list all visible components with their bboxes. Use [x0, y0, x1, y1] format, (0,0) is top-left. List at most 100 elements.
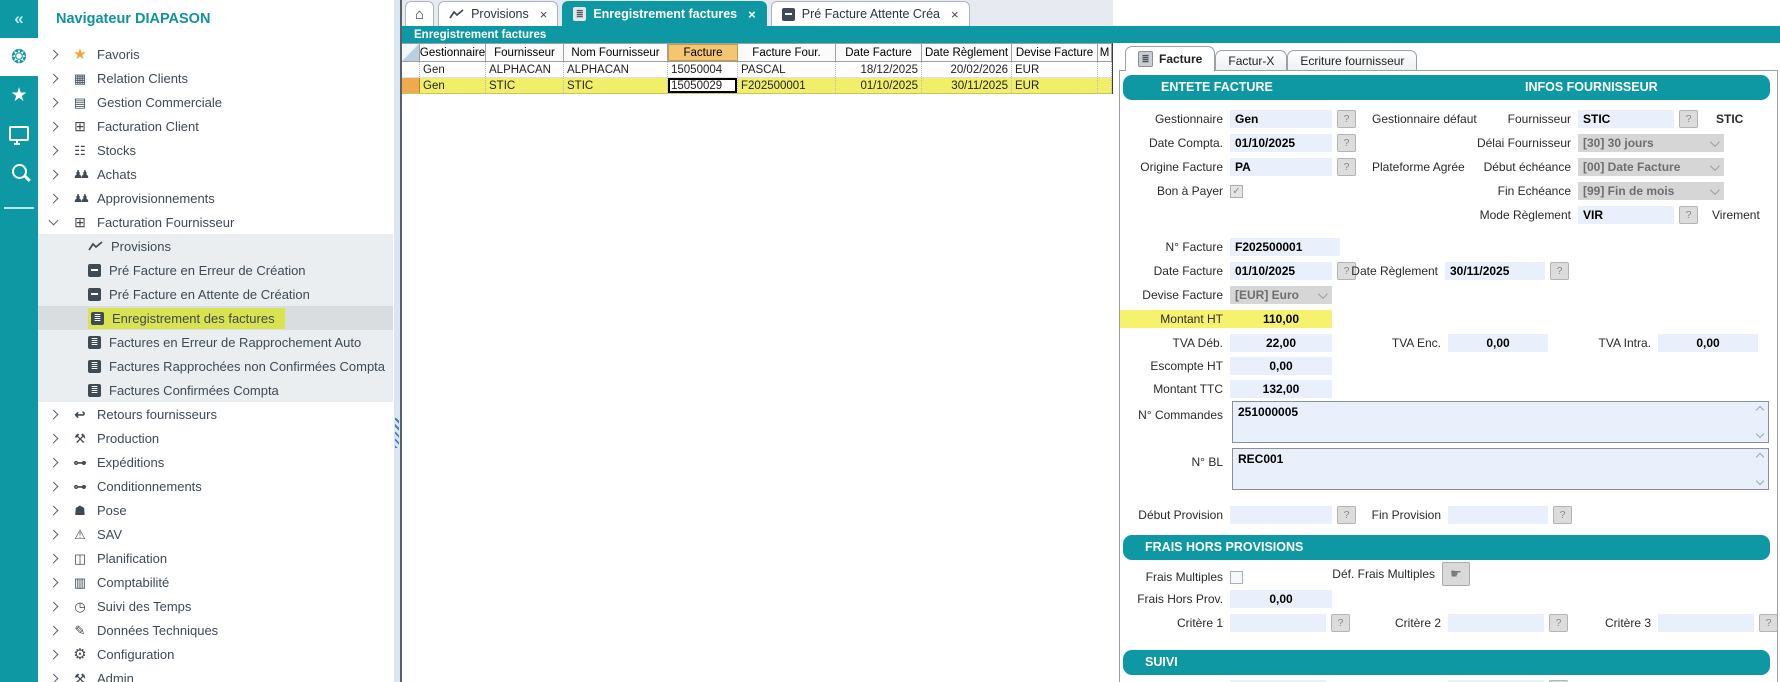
n-bl-textarea[interactable]: REC001 — [1232, 448, 1769, 490]
devise-facture-select[interactable]: [EUR] Euro — [1230, 286, 1332, 304]
sidebar-item-suivi-des-temps[interactable]: Suivi des Temps — [38, 594, 393, 618]
sidebar-item-factures-rapprochees[interactable]: Factures Rapprochées non Confirmées Comp… — [38, 354, 393, 378]
sidebar-item-planification[interactable]: Planification — [38, 546, 393, 570]
col-header-date-facture[interactable]: Date Facture — [836, 44, 922, 61]
sidebar-item-facturation-fournisseur[interactable]: Facturation Fournisseur — [38, 210, 393, 234]
fin-provision-input[interactable] — [1448, 506, 1548, 524]
chevron-right-icon[interactable] — [49, 601, 59, 611]
col-header-gestionnaire[interactable]: Gestionnaire — [420, 44, 486, 61]
chevron-right-icon[interactable] — [49, 49, 59, 59]
col-header-facture[interactable]: Facture — [668, 44, 738, 61]
def-frais-multiples-button[interactable] — [1442, 562, 1470, 586]
table-row-selected[interactable]: Gen STIC STIC 15050029 F202500001 01/10/… — [402, 78, 1112, 94]
sidebar-item-stocks[interactable]: Stocks — [38, 138, 393, 162]
chevron-right-icon[interactable] — [49, 409, 59, 419]
lookup-button[interactable] — [1337, 110, 1356, 128]
chevron-right-icon[interactable] — [49, 649, 59, 659]
tab-enregistrement-factures[interactable]: Enregistrement factures × — [562, 1, 766, 26]
chevron-right-icon[interactable] — [49, 529, 59, 539]
n-facture-input[interactable]: F202500001 — [1230, 238, 1340, 256]
calendar-lookup-button[interactable] — [1553, 506, 1572, 524]
chevron-right-icon[interactable] — [49, 625, 59, 635]
close-icon[interactable]: × — [748, 7, 756, 22]
critere-1-input[interactable] — [1230, 614, 1326, 632]
scroll-up-icon[interactable] — [1756, 405, 1764, 413]
tva-enc-input[interactable]: 0,00 — [1448, 334, 1548, 352]
scroll-down-icon[interactable] — [1756, 478, 1764, 486]
frais-multiples-checkbox[interactable] — [1230, 571, 1243, 584]
calendar-lookup-button[interactable] — [1550, 262, 1569, 280]
lookup-button[interactable] — [1337, 158, 1356, 176]
sidebar-item-comptabilite[interactable]: Comptabilité — [38, 570, 393, 594]
montant-ttc-input[interactable]: 132,00 — [1230, 380, 1332, 398]
calendar-lookup-button[interactable] — [1337, 134, 1356, 152]
sidebar-item-gestion-commerciale[interactable]: Gestion Commerciale — [38, 90, 393, 114]
lookup-button[interactable] — [1679, 110, 1698, 128]
escompte-ht-input[interactable]: 0,00 — [1230, 357, 1332, 375]
row-selector-cell[interactable] — [402, 78, 420, 93]
sidebar-item-achats[interactable]: Achats — [38, 162, 393, 186]
col-header-facture-four[interactable]: Facture Four. — [738, 44, 836, 61]
mode-reglement-input[interactable]: VIR — [1578, 206, 1674, 224]
col-header-montant[interactable]: M — [1098, 44, 1112, 61]
tva-deb-input[interactable]: 22,00 — [1230, 334, 1332, 352]
rail-navigator-button[interactable]: ❂ — [0, 38, 38, 76]
chevron-right-icon[interactable] — [49, 145, 59, 155]
chevron-right-icon[interactable] — [49, 577, 59, 587]
chevron-right-icon[interactable] — [49, 481, 59, 491]
bon-a-payer-checkbox[interactable] — [1230, 185, 1243, 198]
sidebar-item-conditionnements[interactable]: Conditionnements — [38, 474, 393, 498]
gestionnaire-input[interactable]: Gen — [1230, 110, 1332, 128]
panel-tab-ecriture-fournisseur[interactable]: Ecriture fournisseur — [1287, 50, 1417, 71]
sidebar-item-facturation-client[interactable]: Facturation Client — [38, 114, 393, 138]
date-compta-input[interactable]: 01/10/2025 — [1230, 134, 1332, 152]
lookup-button[interactable] — [1759, 614, 1778, 632]
splitter-grip[interactable] — [395, 418, 399, 448]
sidebar-item-favoris[interactable]: Favoris — [38, 42, 393, 66]
sidebar-item-admin[interactable]: Admin — [38, 666, 393, 682]
fournisseur-input[interactable]: STIC — [1578, 110, 1674, 128]
close-icon[interactable]: × — [540, 7, 548, 22]
col-header-date-reglement[interactable]: Date Règlement — [922, 44, 1012, 61]
chevron-right-icon[interactable] — [49, 169, 59, 179]
n-commandes-textarea[interactable]: 251000005 — [1232, 401, 1769, 443]
sidebar-item-relation-clients[interactable]: Relation Clients — [38, 66, 393, 90]
col-header-fournisseur[interactable]: Fournisseur — [486, 44, 564, 61]
collapse-sidebar-button[interactable]: « — [0, 0, 38, 38]
chevron-right-icon[interactable] — [49, 505, 59, 515]
sidebar-item-pre-facture-erreur[interactable]: Pré Facture en Erreur de Création — [38, 258, 393, 282]
sidebar-item-enregistrement-factures[interactable]: Enregistrement des factures — [38, 306, 393, 330]
sidebar-item-factures-erreur-rapprochement[interactable]: Factures en Erreur de Rapprochement Auto — [38, 330, 393, 354]
date-facture-input[interactable]: 01/10/2025 — [1230, 262, 1332, 280]
selector-column-header[interactable] — [402, 44, 420, 61]
row-selector-cell[interactable] — [402, 62, 420, 77]
sidebar-item-provisions[interactable]: Provisions — [38, 234, 393, 258]
tab-pre-facture-attente[interactable]: Pré Facture Attente Créa × — [771, 1, 970, 26]
panel-tab-factur-x[interactable]: Factur-X — [1215, 50, 1287, 71]
sidebar-item-pose[interactable]: Pose — [38, 498, 393, 522]
col-header-nom-fournisseur[interactable]: Nom Fournisseur — [564, 44, 668, 61]
close-icon[interactable]: × — [951, 7, 959, 22]
frais-hors-prov-input[interactable]: 0,00 — [1230, 590, 1332, 608]
rail-favorites-button[interactable]: ★ — [0, 76, 38, 114]
panel-tab-facture[interactable]: Facture — [1125, 46, 1215, 71]
sidebar-item-pre-facture-attente[interactable]: Pré Facture en Attente de Création — [38, 282, 393, 306]
col-header-devise-facture[interactable]: Devise Facture — [1012, 44, 1098, 61]
chevron-right-icon[interactable] — [49, 121, 59, 131]
home-tab[interactable]: ⌂ — [405, 1, 434, 26]
chevron-right-icon[interactable] — [49, 433, 59, 443]
tva-intra-input[interactable]: 0,00 — [1658, 334, 1758, 352]
rail-search-button[interactable] — [0, 152, 38, 190]
critere-2-input[interactable] — [1448, 614, 1544, 632]
sidebar-item-donnees-techniques[interactable]: Données Techniques — [38, 618, 393, 642]
table-row[interactable]: Gen ALPHACAN ALPHACAN 15050004 PASCAL 18… — [402, 62, 1112, 78]
montant-ht-input[interactable]: 110,00 — [1230, 310, 1332, 328]
debut-provision-input[interactable] — [1230, 506, 1332, 524]
scroll-down-icon[interactable] — [1756, 431, 1764, 439]
debut-echeance-select[interactable]: [00] Date Facture — [1578, 158, 1724, 176]
scroll-up-icon[interactable] — [1756, 452, 1764, 460]
sidebar-item-sav[interactable]: SAV — [38, 522, 393, 546]
delai-fournisseur-select[interactable]: [30] 30 jours — [1578, 134, 1724, 152]
sidebar-item-production[interactable]: Production — [38, 426, 393, 450]
sidebar-item-expeditions[interactable]: Expéditions — [38, 450, 393, 474]
